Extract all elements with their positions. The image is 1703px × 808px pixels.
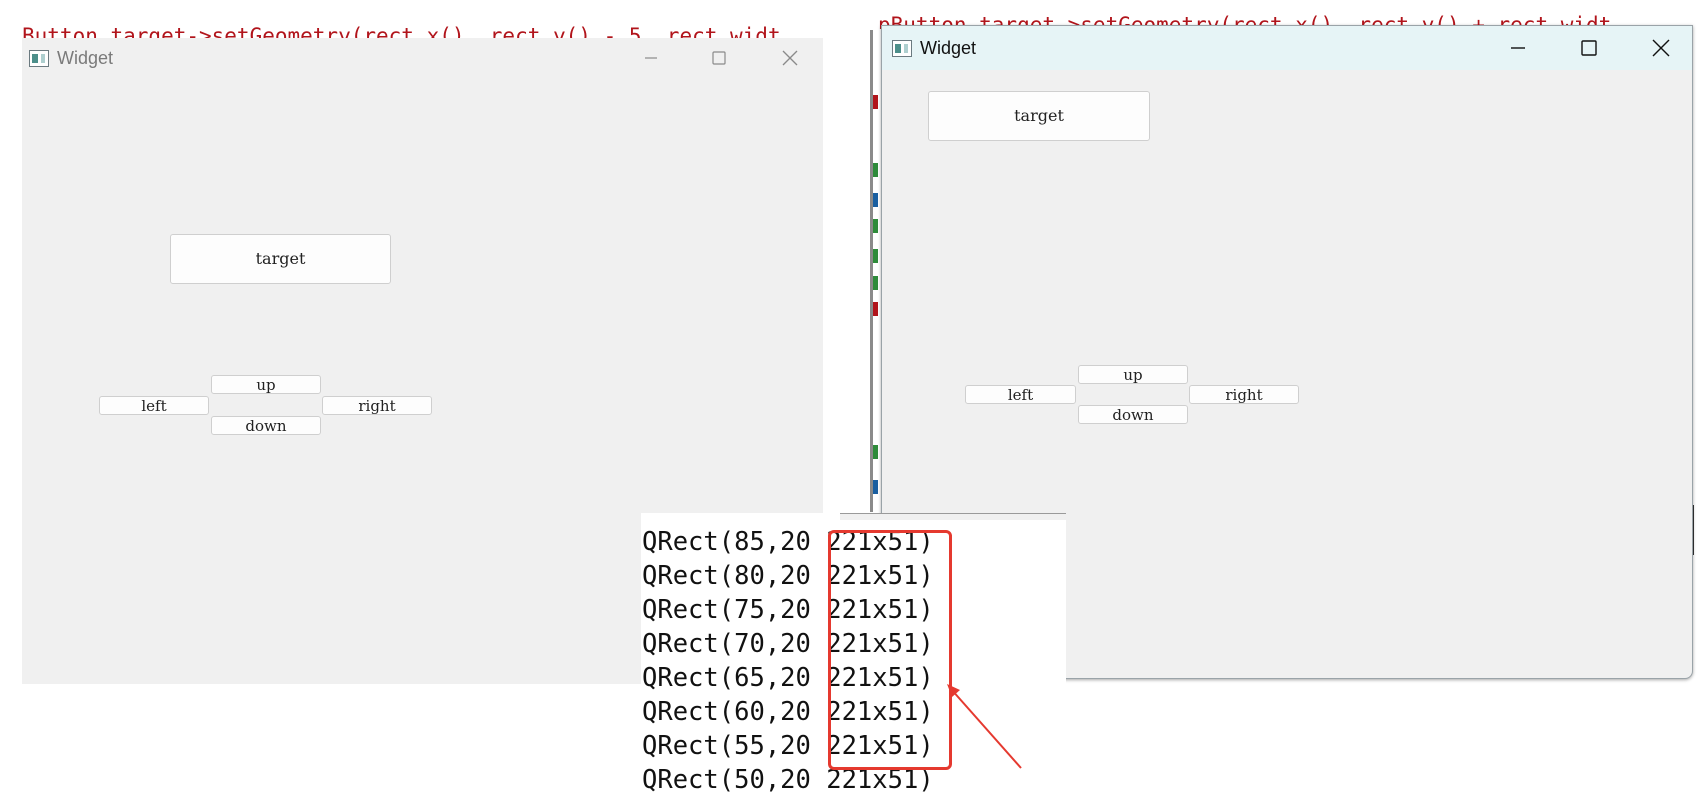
close-button[interactable] [1628,26,1694,70]
maximize-button[interactable] [1556,26,1622,70]
console-top-border [840,513,1066,520]
maximize-icon [1581,40,1597,56]
minimize-icon [1511,47,1525,49]
screenshot-stage: Button target->setGeometry(rect.x(), rec… [0,0,1703,808]
up-button[interactable]: up [211,375,321,394]
annotation-arrow-icon [947,684,1022,769]
minimize-button[interactable] [1485,26,1551,70]
minimize-button[interactable] [618,38,684,78]
annotation-highlight-box [828,530,952,770]
close-button[interactable] [757,38,823,78]
editor-gutter-line [870,30,873,512]
up-button[interactable]: up [1078,365,1188,384]
right-button[interactable]: right [322,396,432,415]
maximize-button[interactable] [686,38,752,78]
down-button[interactable]: down [1078,405,1188,424]
left-button[interactable]: left [99,396,209,415]
code-edge-slivers [872,95,880,515]
window-title: Widget [57,47,114,68]
window-title: Widget [920,37,977,58]
console-line: QRect(50,20 221x51) [642,765,934,795]
app-icon [892,39,912,57]
close-icon [782,50,798,66]
right-button[interactable]: right [1189,385,1299,404]
left-button[interactable]: left [965,385,1076,404]
target-button[interactable]: target [170,234,391,284]
target-button[interactable]: target [928,91,1150,141]
minimize-icon [645,57,657,59]
close-icon [1652,39,1670,57]
maximize-icon [712,51,726,65]
down-button[interactable]: down [211,416,321,435]
app-icon [29,49,49,67]
